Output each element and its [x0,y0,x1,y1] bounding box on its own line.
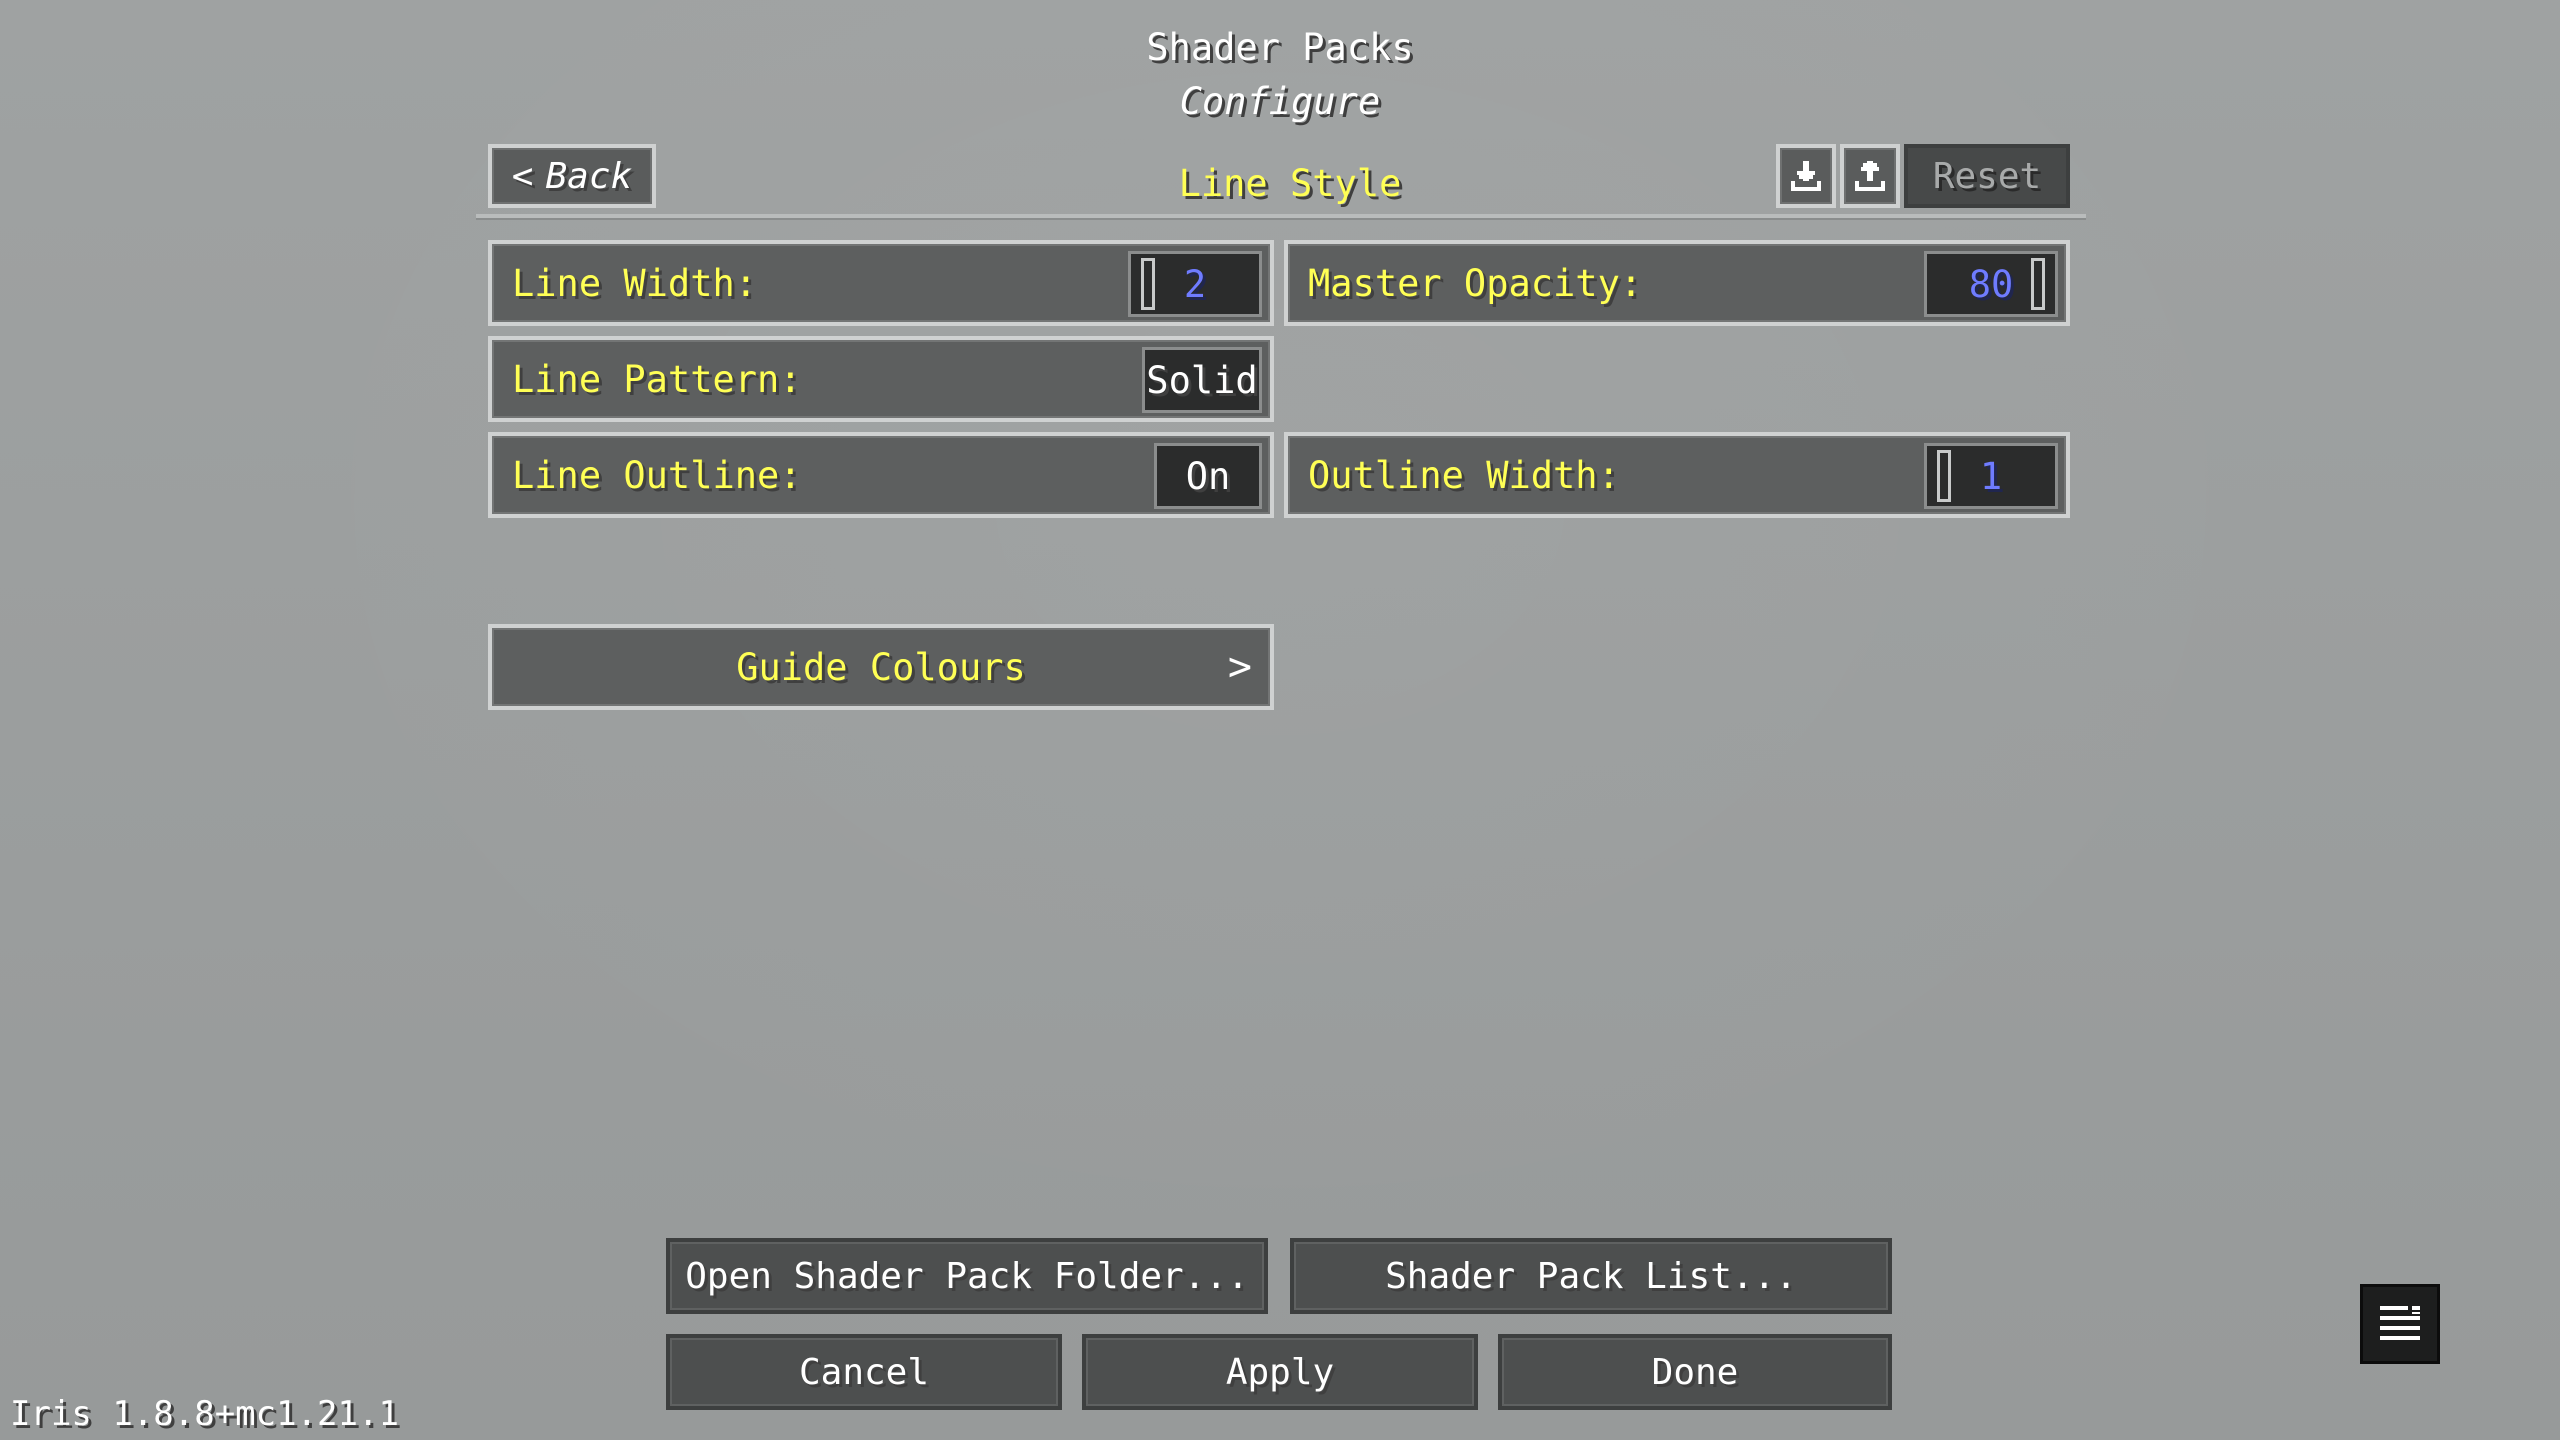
page-title: Shader Packs [1146,26,1414,69]
outline-width-value: 1 [1979,454,2003,498]
import-icon [1791,161,1821,191]
master-opacity-slider[interactable]: 80 [1924,251,2058,317]
line-width-slider-handle[interactable] [1141,258,1155,310]
outline-width-label: Outline Width: [1308,453,1620,497]
menu-icon [2380,1306,2420,1340]
master-opacity-slider-handle[interactable] [2031,258,2045,310]
line-width-label: Line Width: [512,261,758,305]
line-outline-toggle[interactable]: On [1154,443,1262,509]
page-subtitle: Configure [1179,80,1381,123]
export-icon [1855,161,1885,191]
guide-colours-label: Guide Colours [736,645,1026,689]
line-outline-option[interactable]: Line Outline: On [488,432,1274,518]
back-label: Back [545,155,633,197]
import-button[interactable] [1776,144,1836,208]
master-opacity-value: 80 [1968,262,2014,306]
line-pattern-label: Line Pattern: [512,357,802,401]
outline-width-slider-handle[interactable] [1937,450,1951,502]
version-label: Iris 1.8.8+mc1.21.1 [10,1394,399,1434]
chevron-right-icon: > [1227,644,1252,690]
master-opacity-label: Master Opacity: [1308,261,1643,305]
line-width-option[interactable]: Line Width: 2 [488,240,1274,326]
master-opacity-option[interactable]: Master Opacity: 80 [1284,240,2070,326]
export-button[interactable] [1840,144,1900,208]
open-shader-pack-folder-button[interactable]: Open Shader Pack Folder... [666,1238,1268,1314]
line-outline-label: Line Outline: [512,453,802,497]
header-divider [476,214,2086,218]
outline-width-slider[interactable]: 1 [1924,443,2058,509]
line-pattern-value-button[interactable]: Solid [1142,347,1262,413]
reset-button[interactable]: Reset [1904,144,2070,208]
line-outline-value: On [1185,454,1231,498]
line-pattern-option[interactable]: Line Pattern: Solid [488,336,1274,422]
menu-button[interactable] [2360,1284,2440,1364]
line-width-slider[interactable]: 2 [1128,251,1262,317]
apply-button[interactable]: Apply [1082,1334,1478,1410]
shader-pack-list-button[interactable]: Shader Pack List... [1290,1238,1892,1314]
section-title: Line Style [1178,162,1402,205]
line-width-value: 2 [1183,262,1207,306]
chevron-left-icon: < [511,155,534,197]
line-pattern-value: Solid [1146,358,1258,402]
outline-width-option[interactable]: Outline Width: 1 [1284,432,2070,518]
done-button[interactable]: Done [1498,1334,1892,1410]
guide-colours-button[interactable]: Guide Colours > [488,624,1274,710]
cancel-button[interactable]: Cancel [666,1334,1062,1410]
back-button[interactable]: < Back [488,144,656,208]
